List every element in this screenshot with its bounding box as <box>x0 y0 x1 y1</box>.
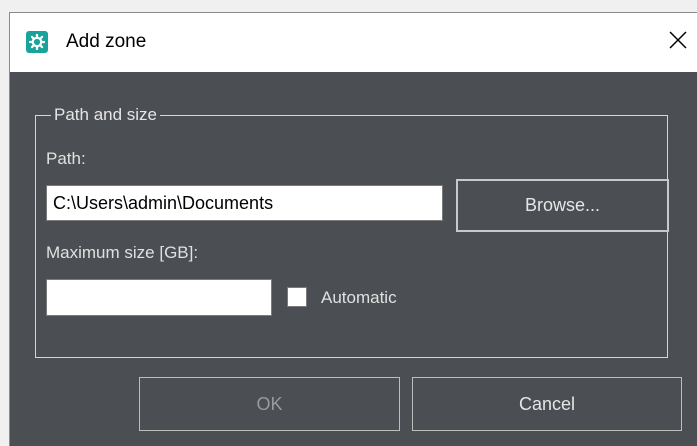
add-zone-dialog: Add zone Path and size Path: Browse... M… <box>9 12 697 446</box>
dialog-title: Add zone <box>66 31 147 52</box>
title-bar[interactable]: Add zone <box>10 13 697 72</box>
browse-button[interactable]: Browse... <box>456 179 669 232</box>
path-input[interactable] <box>46 185 443 221</box>
max-size-input[interactable] <box>46 279 272 316</box>
close-button[interactable] <box>663 25 693 55</box>
cancel-button[interactable]: Cancel <box>412 377 682 431</box>
automatic-checkbox[interactable] <box>287 287 307 307</box>
close-icon <box>669 31 687 49</box>
group-legend: Path and size <box>51 105 161 125</box>
gear-icon <box>26 31 48 53</box>
automatic-label[interactable]: Automatic <box>321 288 397 308</box>
ok-button[interactable]: OK <box>139 377 400 431</box>
max-size-label: Maximum size [GB]: <box>46 243 199 262</box>
path-label: Path: <box>46 149 86 168</box>
path-and-size-group <box>35 115 668 358</box>
